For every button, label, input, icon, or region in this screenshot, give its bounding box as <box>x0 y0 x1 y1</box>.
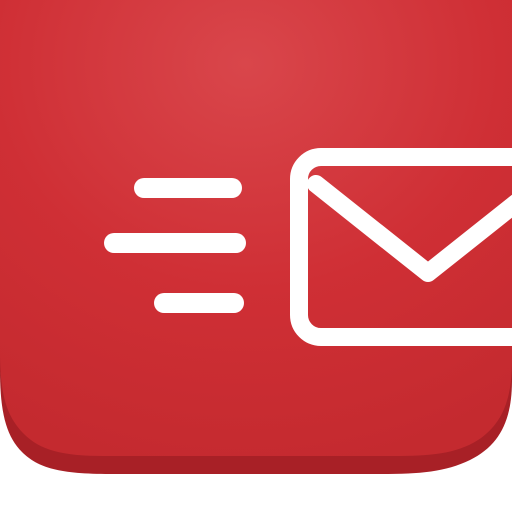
app-icon-artwork <box>0 0 512 474</box>
icon-canvas <box>0 0 512 512</box>
tile-face <box>0 0 512 456</box>
mail-send-app-icon[interactable] <box>0 0 512 512</box>
